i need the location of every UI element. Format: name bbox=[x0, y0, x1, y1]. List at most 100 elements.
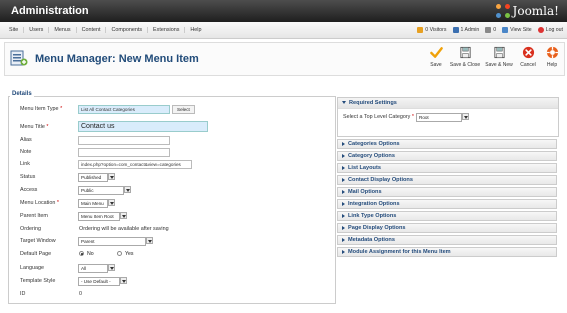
target-window-dropdown-arrow-icon[interactable] bbox=[146, 237, 153, 244]
menu-title-row: Menu Title * Contact us bbox=[20, 121, 320, 132]
parent-item-dropdown-arrow-icon[interactable] bbox=[120, 212, 127, 219]
list-layouts-label: List Layouts bbox=[348, 165, 381, 171]
alias-label: Alias bbox=[20, 137, 32, 143]
contact-display-options-toggle[interactable]: Contact Display Options bbox=[337, 175, 557, 185]
details-legend: Details bbox=[10, 91, 34, 97]
save-new-label: Save & New bbox=[485, 62, 513, 68]
id-value: 0 bbox=[79, 291, 82, 297]
category-options-label: Category Options bbox=[348, 153, 395, 159]
note-label: Note bbox=[20, 149, 32, 155]
required-settings-title: Required Settings bbox=[349, 100, 397, 106]
default-page-yes-radio[interactable] bbox=[117, 251, 122, 256]
menu-location-select[interactable]: Main Menu bbox=[78, 199, 108, 208]
joomla-logo-mark-icon bbox=[495, 4, 510, 18]
menu-users[interactable]: Users bbox=[24, 27, 50, 33]
menu-extensions[interactable]: Extensions bbox=[148, 27, 186, 33]
template-style-dropdown-arrow-icon[interactable] bbox=[120, 277, 127, 284]
default-page-no-radio[interactable] bbox=[79, 251, 84, 256]
menu-location-dropdown-arrow-icon[interactable] bbox=[108, 199, 115, 206]
cancel-label: Cancel bbox=[520, 62, 536, 68]
save-close-icon bbox=[459, 46, 471, 59]
save-button[interactable]: Save bbox=[426, 46, 446, 68]
link-input[interactable]: index.php?option=com_contact&view=catego… bbox=[78, 160, 192, 169]
status-select[interactable]: Published bbox=[78, 173, 108, 182]
required-marker: * bbox=[60, 106, 63, 112]
main-menubar: Site Users Menus Content Components Exte… bbox=[0, 22, 567, 39]
top-level-category-label-wrap: Select a Top Level Category * bbox=[343, 114, 414, 120]
collapsed-arrow-icon bbox=[342, 165, 345, 170]
help-button[interactable]: Help bbox=[542, 46, 562, 68]
categories-options-toggle[interactable]: Categories Options bbox=[337, 139, 557, 149]
status-dropdown-arrow-icon[interactable] bbox=[108, 173, 115, 180]
target-window-row: Target Window Parent bbox=[20, 237, 320, 246]
note-row: Note bbox=[20, 148, 320, 157]
ordering-value: Ordering will be available after saving bbox=[79, 226, 169, 232]
menu-title-label-wrap: Menu Title * bbox=[20, 124, 48, 130]
mail-options-label: Mail Options bbox=[348, 189, 382, 195]
visitors-icon bbox=[417, 27, 424, 33]
list-layouts-toggle[interactable]: List Layouts bbox=[337, 163, 557, 173]
top-level-category-label: Select a Top Level Category bbox=[343, 114, 411, 120]
page-toolbar: Menu Manager: New Menu Item Save Save & … bbox=[4, 42, 565, 76]
categories-options-label: Categories Options bbox=[348, 141, 400, 147]
status-row: Status Published bbox=[20, 173, 320, 182]
visitors-status[interactable]: 0 Visitors bbox=[417, 27, 447, 33]
menu-items: Site Users Menus Content Components Exte… bbox=[4, 22, 207, 38]
menu-content[interactable]: Content bbox=[77, 27, 107, 33]
alias-input[interactable] bbox=[78, 136, 170, 145]
expanded-arrow-icon bbox=[342, 101, 346, 105]
top-level-category-dropdown-arrow-icon[interactable] bbox=[462, 113, 469, 120]
page-display-options-toggle[interactable]: Page Display Options bbox=[337, 223, 557, 233]
target-window-select[interactable]: Parent bbox=[78, 237, 146, 246]
access-select[interactable]: Public bbox=[78, 186, 124, 195]
joomla-logo[interactable]: Joomla! bbox=[495, 3, 559, 19]
link-type-options-label: Link Type Options bbox=[348, 213, 397, 219]
parent-item-row: Parent Item Menu Item Root bbox=[20, 212, 320, 221]
menu-site[interactable]: Site bbox=[4, 27, 25, 33]
menu-title-input[interactable]: Contact us bbox=[78, 121, 208, 132]
menu-menus[interactable]: Menus bbox=[49, 27, 77, 33]
id-label: ID bbox=[20, 291, 26, 297]
link-label: Link bbox=[20, 161, 30, 167]
mail-options-toggle[interactable]: Mail Options bbox=[337, 187, 557, 197]
template-style-select[interactable]: - Use Default - bbox=[78, 277, 120, 286]
collapsed-arrow-icon bbox=[342, 237, 345, 242]
logout-label: Log out bbox=[545, 27, 563, 33]
required-marker: * bbox=[411, 114, 414, 120]
messages-status[interactable]: 0 bbox=[485, 27, 496, 33]
admin-status[interactable]: 1 Admin bbox=[452, 27, 479, 33]
save-new-button[interactable]: Save & New bbox=[484, 46, 514, 68]
integration-options-toggle[interactable]: Integration Options bbox=[337, 199, 557, 209]
menu-help[interactable]: Help bbox=[185, 27, 206, 33]
joomla-logo-text: Joomla! bbox=[512, 4, 559, 18]
parent-item-select[interactable]: Menu Item Root bbox=[78, 212, 120, 221]
logout-link[interactable]: Log out bbox=[537, 27, 563, 33]
cancel-button[interactable]: Cancel bbox=[518, 46, 538, 68]
language-select[interactable]: All bbox=[78, 264, 108, 273]
menu-title-label: Menu Title bbox=[20, 124, 45, 130]
logout-icon bbox=[537, 27, 544, 33]
link-type-options-toggle[interactable]: Link Type Options bbox=[337, 211, 557, 221]
required-marker: * bbox=[56, 200, 59, 206]
category-options-toggle[interactable]: Category Options bbox=[337, 151, 557, 161]
note-input[interactable] bbox=[78, 148, 170, 157]
menu-components[interactable]: Components bbox=[106, 27, 149, 33]
id-row: ID 0 bbox=[20, 290, 320, 299]
contact-display-options-label: Contact Display Options bbox=[348, 177, 413, 183]
top-level-category-select[interactable]: Root bbox=[416, 113, 462, 122]
access-row: Access Public bbox=[20, 186, 320, 195]
required-settings-header[interactable]: Required Settings bbox=[338, 98, 558, 109]
save-close-label: Save & Close bbox=[449, 62, 481, 68]
access-dropdown-arrow-icon[interactable] bbox=[124, 186, 131, 193]
save-close-button[interactable]: Save & Close bbox=[450, 46, 480, 68]
module-assignment-toggle[interactable]: Module Assignment for this Menu Item bbox=[337, 247, 557, 257]
view-site-label: View Site bbox=[510, 27, 532, 33]
view-site-link[interactable]: View Site bbox=[502, 27, 532, 33]
metadata-options-toggle[interactable]: Metadata Options bbox=[337, 235, 557, 245]
select-type-button[interactable]: Select bbox=[172, 105, 195, 114]
collapsed-arrow-icon bbox=[342, 153, 345, 158]
default-page-row: Default Page No Yes bbox=[20, 250, 320, 259]
collapsed-arrow-icon bbox=[342, 177, 345, 182]
language-dropdown-arrow-icon[interactable] bbox=[108, 264, 115, 271]
template-style-label: Template Style bbox=[20, 278, 56, 284]
